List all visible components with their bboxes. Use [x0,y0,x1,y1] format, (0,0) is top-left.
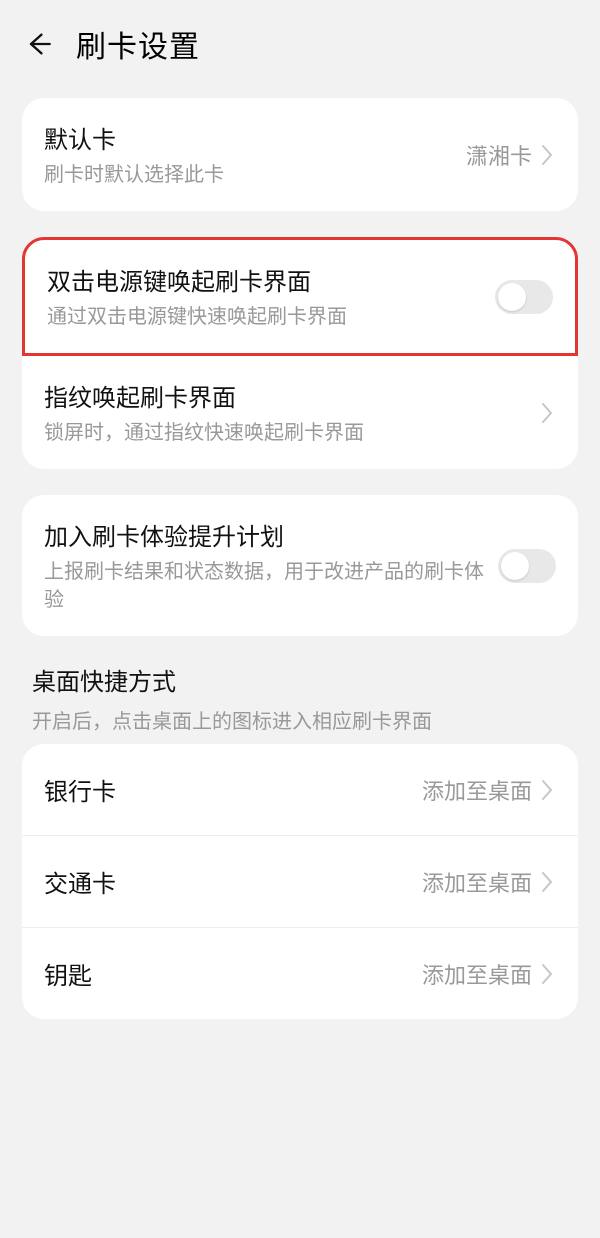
experience-plan-section: 加入刷卡体验提升计划 上报刷卡结果和状态数据，用于改进产品的刷卡体验 [22,495,578,636]
shortcut-row-bank[interactable]: 银行卡 添加至桌面 [22,744,578,835]
default-card-title: 默认卡 [44,120,466,155]
power-double-click-toggle[interactable] [495,280,553,314]
fingerprint-section: 指纹唤起刷卡界面 锁屏时，通过指纹快速唤起刷卡界面 [22,356,578,469]
default-card-row[interactable]: 默认卡 刷卡时默认选择此卡 潇湘卡 [22,98,578,211]
power-double-click-row[interactable]: 双击电源键唤起刷卡界面 通过双击电源键快速唤起刷卡界面 [25,240,575,353]
arrow-left-icon [24,30,52,58]
row-text: 双击电源键唤起刷卡界面 通过双击电源键快速唤起刷卡界面 [47,262,495,331]
page-title: 刷卡设置 [76,22,200,66]
chevron-right-icon [538,144,556,166]
chevron-right-icon [538,402,556,424]
shortcut-row-key[interactable]: 钥匙 添加至桌面 [22,927,578,1019]
shortcut-action: 添加至桌面 [422,866,532,898]
experience-plan-row[interactable]: 加入刷卡体验提升计划 上报刷卡结果和状态数据，用于改进产品的刷卡体验 [22,495,578,636]
toggle-knob [498,283,526,311]
chevron-right-icon [538,963,556,985]
fingerprint-subtitle: 锁屏时，通过指纹快速唤起刷卡界面 [44,419,538,447]
power-double-click-section: 双击电源键唤起刷卡界面 通过双击电源键快速唤起刷卡界面 [22,237,578,356]
row-text: 指纹唤起刷卡界面 锁屏时，通过指纹快速唤起刷卡界面 [44,378,538,447]
shortcuts-section-title: 桌面快捷方式 [32,662,568,697]
shortcut-label: 钥匙 [44,956,422,991]
experience-plan-title: 加入刷卡体验提升计划 [44,517,498,552]
row-text: 默认卡 刷卡时默认选择此卡 [44,120,466,189]
toggle-knob [501,552,529,580]
chevron-right-icon [538,871,556,893]
power-double-click-title: 双击电源键唤起刷卡界面 [47,262,495,297]
default-card-subtitle: 刷卡时默认选择此卡 [44,161,466,189]
shortcut-action: 添加至桌面 [422,774,532,806]
shortcut-action: 添加至桌面 [422,958,532,990]
shortcut-label: 银行卡 [44,772,422,807]
experience-plan-subtitle: 上报刷卡结果和状态数据，用于改进产品的刷卡体验 [44,558,498,614]
row-text: 加入刷卡体验提升计划 上报刷卡结果和状态数据，用于改进产品的刷卡体验 [44,517,498,614]
default-card-section: 默认卡 刷卡时默认选择此卡 潇湘卡 [22,98,578,211]
experience-plan-toggle[interactable] [498,549,556,583]
fingerprint-title: 指纹唤起刷卡界面 [44,378,538,413]
chevron-right-icon [538,779,556,801]
shortcut-label: 交通卡 [44,864,422,899]
header: 刷卡设置 [0,0,600,88]
shortcuts-section-subtitle: 开启后，点击桌面上的图标进入相应刷卡界面 [32,705,568,734]
shortcuts-section-header: 桌面快捷方式 开启后，点击桌面上的图标进入相应刷卡界面 [32,662,568,734]
power-double-click-subtitle: 通过双击电源键快速唤起刷卡界面 [47,303,495,331]
fingerprint-row[interactable]: 指纹唤起刷卡界面 锁屏时，通过指纹快速唤起刷卡界面 [22,356,578,469]
default-card-value: 潇湘卡 [466,139,532,171]
back-button[interactable] [22,28,54,60]
shortcut-row-transit[interactable]: 交通卡 添加至桌面 [22,835,578,927]
shortcuts-card: 银行卡 添加至桌面 交通卡 添加至桌面 钥匙 添加至桌面 [22,744,578,1019]
